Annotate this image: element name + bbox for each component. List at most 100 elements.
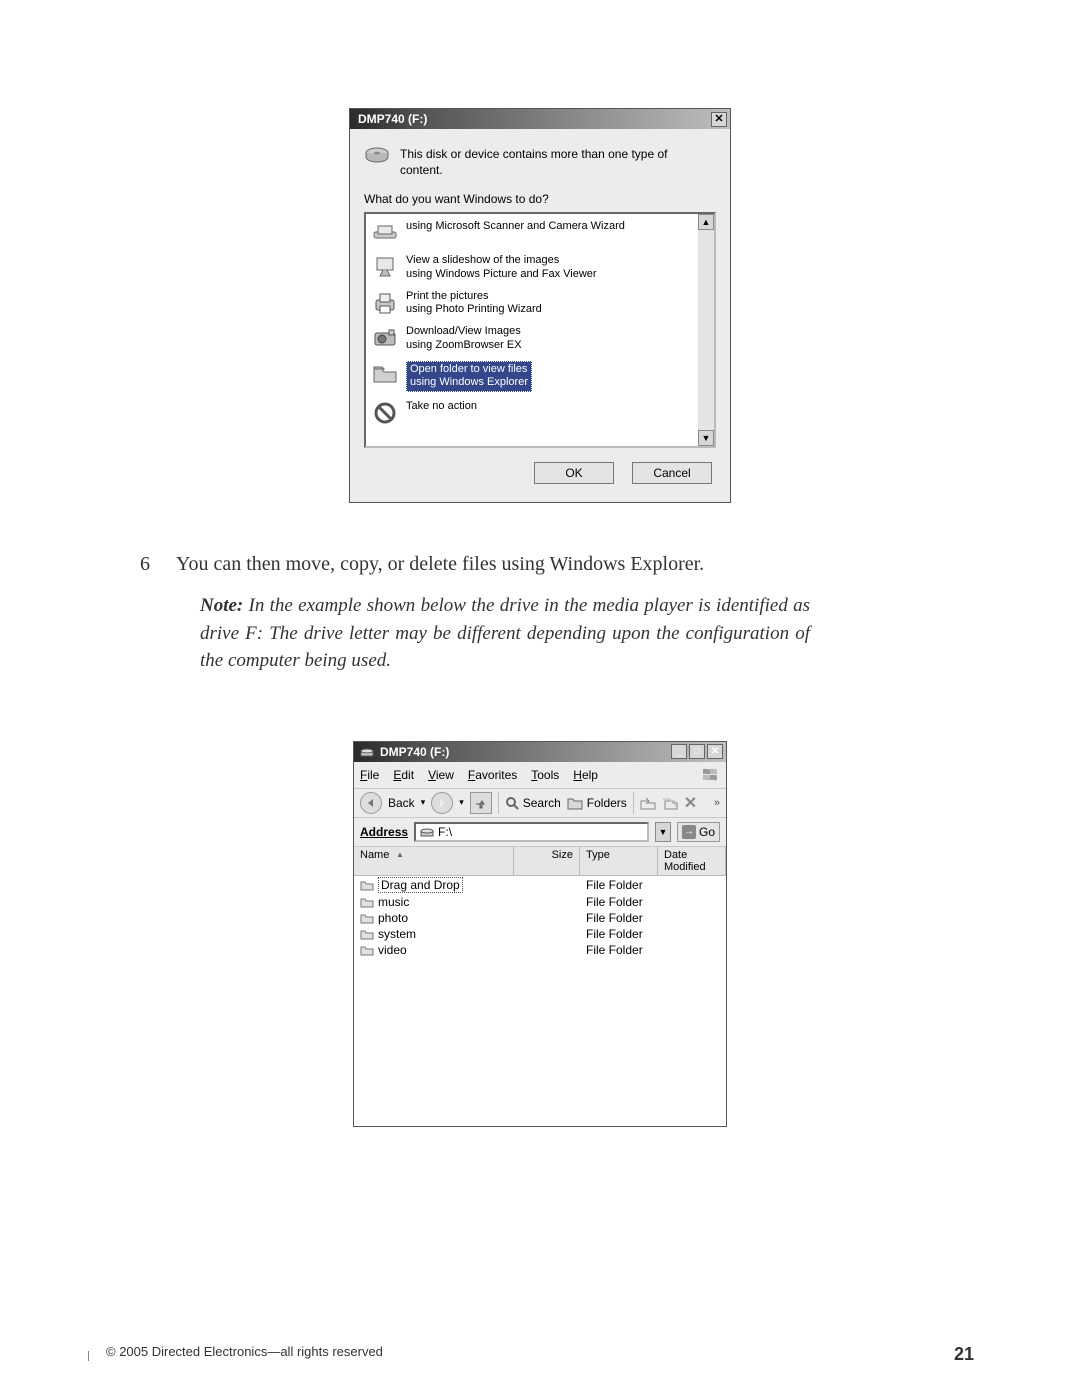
cancel-button[interactable]: Cancel (632, 462, 712, 484)
scroll-up-icon[interactable]: ▲ (698, 214, 714, 230)
back-label[interactable]: Back (388, 796, 415, 810)
windows-flag-icon (700, 765, 720, 785)
address-value: F:\ (438, 825, 452, 839)
slideshow-icon (372, 254, 398, 280)
maximize-icon[interactable]: □ (689, 744, 705, 759)
folder-icon (360, 928, 374, 940)
camera-icon (372, 325, 398, 351)
up-button[interactable] (470, 792, 492, 814)
table-row[interactable]: photo File Folder (354, 910, 726, 926)
explorer-titlebar: DMP740 (F:) _ □ ✕ (354, 742, 726, 762)
document-page: DMP740 (F:) ✕ This disk or device contai… (0, 0, 1080, 1397)
table-row[interactable]: video File Folder (354, 942, 726, 958)
forward-button[interactable] (431, 792, 453, 814)
explorer-file-list: Drag and Drop File Folder music File Fol… (354, 876, 726, 1126)
scroll-track[interactable] (698, 230, 714, 430)
explorer-column-headers: Name ▲ Size Type Date Modified (354, 847, 726, 876)
scroll-down-icon[interactable]: ▼ (698, 430, 714, 446)
row-type: File Folder (586, 911, 664, 925)
close-icon[interactable]: ✕ (711, 112, 727, 127)
autoplay-option-line1: View a slideshow of the images (406, 254, 559, 266)
autoplay-option[interactable]: Take no action (370, 396, 694, 430)
go-button[interactable]: → Go (677, 822, 720, 842)
folders-icon (567, 796, 583, 810)
header-date[interactable]: Date Modified (658, 847, 726, 876)
row-type: File Folder (586, 943, 664, 957)
folder-icon (360, 912, 374, 924)
move-to-icon[interactable] (640, 795, 656, 811)
header-type[interactable]: Type (580, 847, 658, 876)
go-label: Go (699, 825, 715, 839)
figure-autoplay-dialog: DMP740 (F:) ✕ This disk or device contai… (0, 0, 1080, 503)
autoplay-option-line1: Open folder to view files (410, 363, 527, 375)
folders-button[interactable]: Folders (567, 796, 627, 810)
menu-help[interactable]: Help (573, 768, 598, 782)
autoplay-question: What do you want Windows to do? (364, 192, 716, 206)
autoplay-body: This disk or device contains more than o… (350, 129, 730, 502)
search-button[interactable]: Search (505, 796, 561, 810)
ok-button[interactable]: OK (534, 462, 614, 484)
copy-to-icon[interactable] (662, 795, 678, 811)
menu-file[interactable]: File (360, 768, 379, 782)
autoplay-option-line2: using Windows Explorer (410, 376, 528, 388)
menu-view[interactable]: View (428, 768, 454, 782)
search-icon (505, 796, 519, 810)
figure-explorer-window: DMP740 (F:) _ □ ✕ File Edit View Favorit… (0, 675, 1080, 1127)
row-name: video (378, 943, 407, 957)
autoplay-option-line2: using ZoomBrowser EX (406, 339, 522, 351)
table-row[interactable]: system File Folder (354, 926, 726, 942)
autoplay-titlebar: DMP740 (F:) ✕ (350, 109, 730, 129)
scanner-icon (372, 220, 398, 246)
minimize-icon[interactable]: _ (671, 744, 687, 759)
autoplay-dialog: DMP740 (F:) ✕ This disk or device contai… (349, 108, 731, 503)
folders-label: Folders (587, 796, 627, 810)
address-input[interactable]: F:\ (414, 822, 649, 842)
autoplay-option[interactable]: View a slideshow of the images using Win… (370, 250, 694, 286)
note-paragraph: Note: In the example shown below the dri… (200, 592, 810, 675)
autoplay-option[interactable]: using Microsoft Scanner and Camera Wizar… (370, 216, 694, 250)
menu-edit[interactable]: Edit (393, 768, 414, 782)
autoplay-option-line1: Print the pictures (406, 290, 489, 302)
page-number: 21 (954, 1344, 974, 1365)
toolbar-separator (633, 792, 634, 814)
folder-icon (360, 944, 374, 956)
scrollbar[interactable]: ▲ ▼ (698, 214, 714, 446)
row-name: music (378, 895, 409, 909)
autoplay-option[interactable]: Download/View Images using ZoomBrowser E… (370, 321, 694, 357)
menu-tools[interactable]: Tools (531, 768, 559, 782)
search-label: Search (523, 796, 561, 810)
chevron-down-icon[interactable]: ▾ (459, 797, 464, 808)
header-size[interactable]: Size (514, 847, 580, 876)
autoplay-option[interactable]: Print the pictures using Photo Printing … (370, 286, 694, 322)
address-dropdown-icon[interactable]: ▼ (655, 822, 671, 842)
autoplay-option-list: using Microsoft Scanner and Camera Wizar… (364, 212, 716, 448)
sort-ascending-icon: ▲ (396, 850, 404, 859)
autoplay-option-line1: using Microsoft Scanner and Camera Wizar… (406, 220, 625, 232)
table-row[interactable]: Drag and Drop File Folder (354, 876, 726, 894)
row-name: photo (378, 911, 408, 925)
step-text: You can then move, copy, or delete files… (176, 553, 704, 576)
autoplay-option-selected[interactable]: Open folder to view files using Windows … (370, 357, 694, 397)
toolbar-more[interactable]: » (714, 797, 720, 809)
page-footer: © 2005 Directed Electronics—all rights r… (0, 1344, 1080, 1365)
no-action-icon (372, 400, 398, 426)
row-type: File Folder (586, 895, 664, 909)
explorer-window: DMP740 (F:) _ □ ✕ File Edit View Favorit… (353, 741, 727, 1127)
drive-icon (360, 746, 374, 758)
note-text: In the example shown below the drive in … (200, 595, 810, 671)
menu-favorites[interactable]: Favorites (468, 768, 517, 782)
printer-icon (372, 290, 398, 316)
table-row[interactable]: music File Folder (354, 894, 726, 910)
folder-icon (372, 361, 398, 387)
close-icon[interactable]: ✕ (707, 744, 723, 759)
note-label: Note: (200, 595, 243, 616)
autoplay-option-line1: Take no action (406, 400, 477, 412)
autoplay-title-text: DMP740 (F:) (358, 112, 427, 126)
header-name[interactable]: Name ▲ (354, 847, 514, 876)
back-button[interactable] (360, 792, 382, 814)
chevron-down-icon[interactable]: ▾ (421, 797, 426, 808)
autoplay-intro-text: This disk or device contains more than o… (400, 147, 680, 178)
folder-icon (360, 879, 374, 891)
delete-icon[interactable]: ✕ (684, 793, 697, 813)
autoplay-option-line2: using Windows Picture and Fax Viewer (406, 268, 597, 280)
